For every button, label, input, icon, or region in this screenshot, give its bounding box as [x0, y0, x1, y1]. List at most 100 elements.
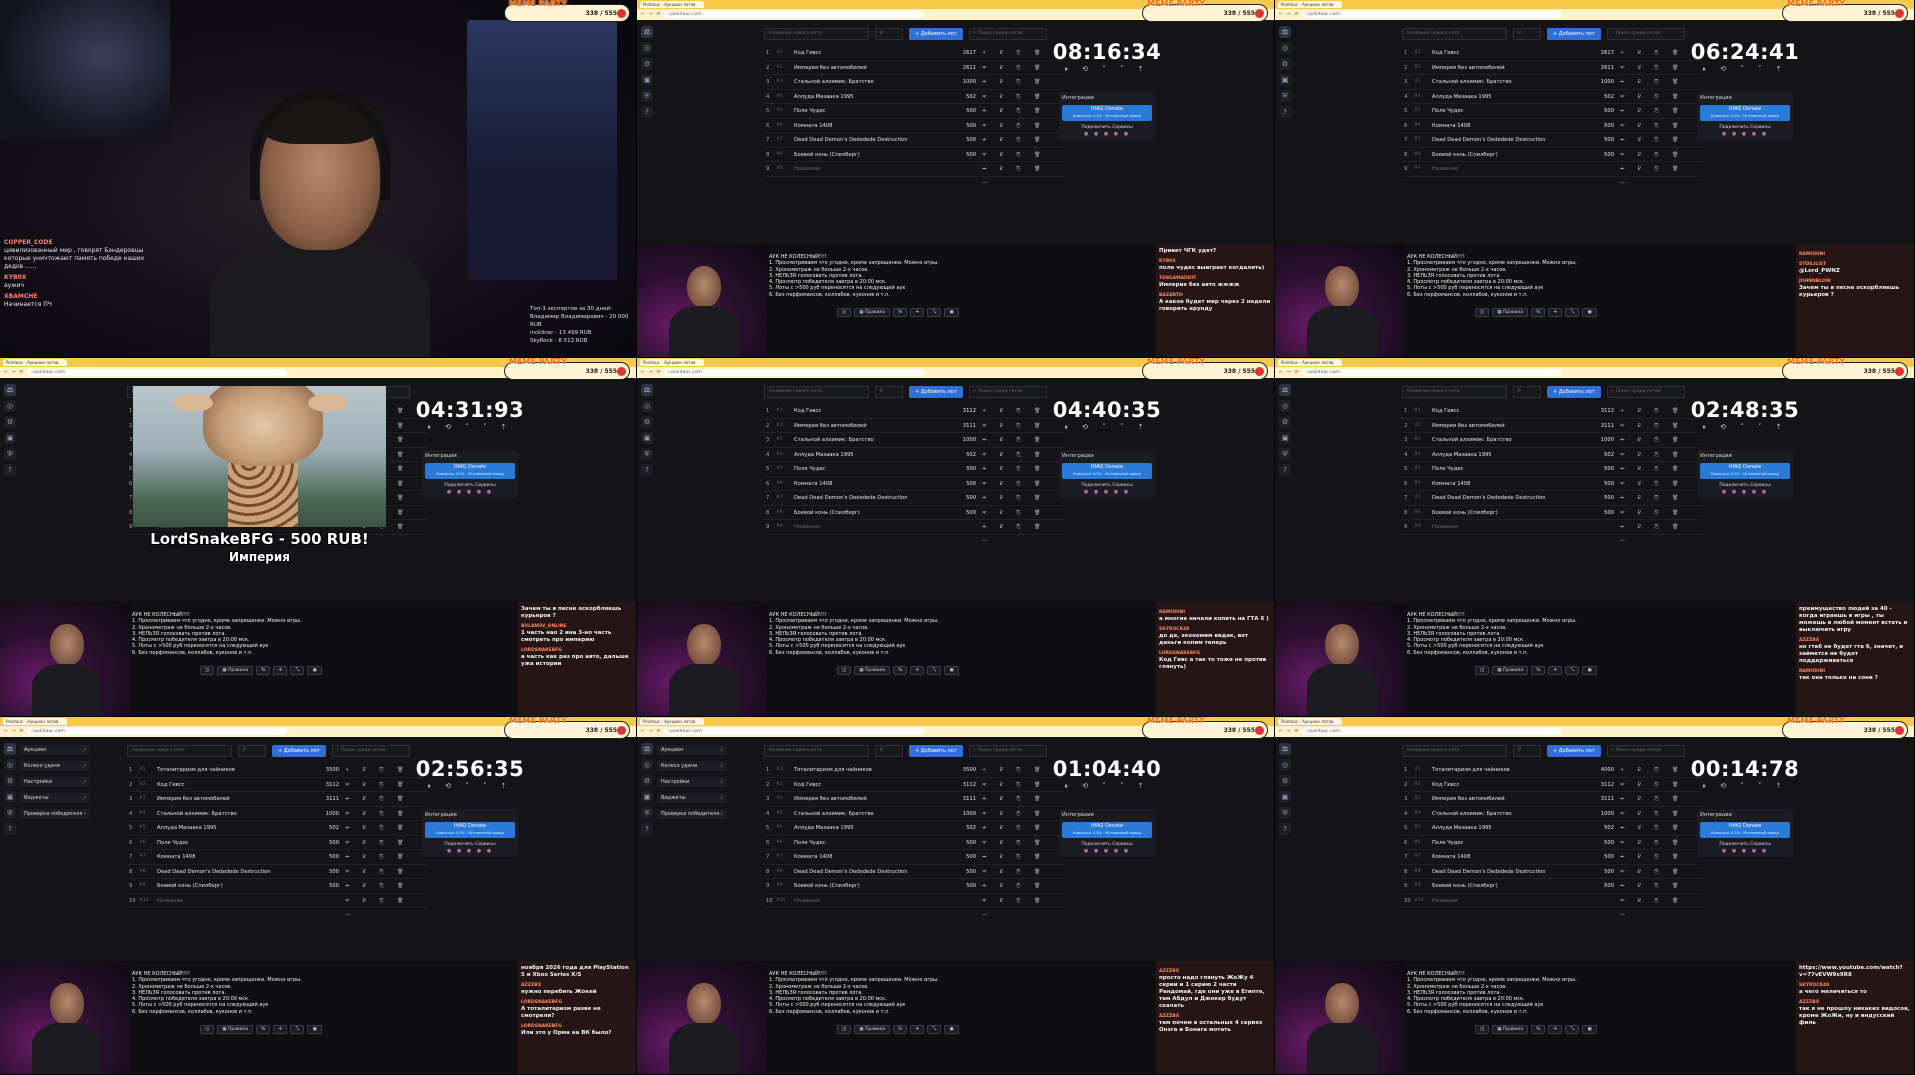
browser-tab[interactable]: Pointauc - Аукцион лотов	[640, 1, 704, 8]
new-lot-input[interactable]: Название нового лота	[764, 28, 869, 40]
lot-name[interactable]: Боевой конь (Спилберг)	[1432, 148, 1498, 162]
sidebar-menu-item[interactable]: Настройки ›	[20, 777, 90, 787]
lot-name[interactable]: Аллуда Мазаака 1995	[1432, 448, 1492, 462]
gear-icon[interactable]: ⚙	[4, 416, 16, 428]
add-lot-button[interactable]: + Добавить лот	[909, 28, 963, 40]
browser-tab[interactable]: Pointauc - Аукцион лотов	[1278, 1, 1342, 8]
forward-icon[interactable]: →	[1287, 370, 1291, 375]
new-lot-input[interactable]: Название нового лота	[1402, 386, 1507, 398]
row-actions[interactable]: + ₽ ⎘ 🗑 —	[982, 894, 1064, 922]
ihaq-donate-button[interactable]: IHAQ Donate Комиссия: 0.5% · Мгновенный в…	[1062, 822, 1152, 838]
gavel-icon[interactable]: ⚖	[1279, 26, 1291, 38]
control-button[interactable]: %	[1531, 666, 1546, 675]
sidebar-menu-item[interactable]: Колесо удачи ›	[20, 761, 90, 771]
widget-icon[interactable]: ▣	[641, 791, 653, 803]
control-button[interactable]: ▣	[307, 1025, 322, 1034]
gear-icon[interactable]: ⚙	[4, 775, 16, 787]
forward-icon[interactable]: →	[1287, 729, 1291, 734]
timer-controls[interactable]: ⏸ ⟲ ˄ ˅ ⇡	[1685, 782, 1805, 791]
address-field[interactable]: r.pointauc.com	[664, 369, 925, 376]
timer-controls[interactable]: ⏸ ⟲ ˄ ˅ ⇡	[1047, 423, 1167, 432]
widget-icon[interactable]: ▣	[4, 432, 16, 444]
lot-name[interactable]: Империя без автомобилей	[1432, 792, 1505, 806]
sidebar-menu-item[interactable]: Проверка победителя ›	[20, 809, 90, 819]
add-lot-button[interactable]: + Добавить лот	[1547, 745, 1601, 757]
control-button[interactable]: ✛	[910, 1025, 925, 1034]
browser-tab[interactable]: Pointauc - Аукцион лотов	[640, 359, 704, 366]
lot-name[interactable]: Код Гивсс	[1432, 404, 1459, 418]
control-button[interactable]: %	[893, 666, 908, 675]
lot-name[interactable]: Комната 1408	[1432, 119, 1470, 133]
shield-icon[interactable]: ⛨	[641, 448, 653, 460]
search-input[interactable]: ⌕ Поиск среди лотов	[968, 745, 1047, 757]
lot-name[interactable]: Комната 1408	[794, 477, 832, 491]
search-input[interactable]: ⌕ Поиск среди лотов	[968, 386, 1047, 398]
lot-name[interactable]: Dead Dead Demon's Dededede Destruction	[157, 865, 271, 879]
ihaq-donate-button[interactable]: IHAQ Donate Комиссия: 0.5% · Мгновенный в…	[1700, 105, 1790, 121]
address-field[interactable]: r.pointauc.com	[27, 728, 288, 735]
lot-name[interactable]: Империя без автомобилей	[157, 792, 230, 806]
sidebar-menu-item[interactable]: Аукцион ›	[20, 745, 90, 755]
amount-input[interactable]: ₽	[875, 745, 903, 757]
search-input[interactable]: ⌕ Поиск среди лотов	[331, 745, 410, 757]
forward-icon[interactable]: →	[649, 729, 653, 734]
service-icons[interactable]: ● ● ● ● ●	[1062, 131, 1152, 137]
lot-name[interactable]: Dead Dead Demon's Dededede Destruction	[794, 133, 908, 147]
help-icon[interactable]: ?	[641, 106, 653, 118]
address-field[interactable]: r.pointauc.com	[664, 728, 925, 735]
help-icon[interactable]: ?	[4, 823, 16, 835]
back-icon[interactable]: ←	[1279, 370, 1283, 375]
sidebar-menu-item[interactable]: Аукцион ›	[657, 745, 727, 755]
address-field[interactable]: r.pointauc.com	[664, 11, 925, 18]
wheel-icon[interactable]: ◎	[641, 400, 653, 412]
lot-name[interactable]: Название	[1432, 894, 1458, 908]
widget-icon[interactable]: ▣	[4, 791, 16, 803]
control-button[interactable]: ⤡	[290, 666, 305, 675]
control-button[interactable]: ▦ Правила	[217, 1025, 254, 1034]
control-button[interactable]: ▣	[944, 308, 959, 317]
wheel-icon[interactable]: ◎	[4, 759, 16, 771]
back-icon[interactable]: ←	[4, 729, 8, 734]
help-icon[interactable]: ?	[1279, 823, 1291, 835]
timer-controls[interactable]: ⏸ ⟲ ˄ ˅ ⇡	[410, 423, 530, 432]
lot-name[interactable]: Комната 1408	[1432, 477, 1470, 491]
gavel-icon[interactable]: ⚖	[1279, 743, 1291, 755]
control-button[interactable]: %	[1531, 308, 1546, 317]
lot-name[interactable]: Поле Чудес	[157, 836, 189, 850]
control-button[interactable]: ⤡	[1565, 666, 1580, 675]
row-actions[interactable]: + ₽ ⎘ 🗑 —	[1620, 520, 1702, 548]
control-button[interactable]: ✛	[1548, 1025, 1563, 1034]
control-button[interactable]: %	[256, 1025, 271, 1034]
add-lot-button[interactable]: + Добавить лот	[909, 745, 963, 757]
control-button[interactable]: ⤡	[927, 308, 942, 317]
back-icon[interactable]: ←	[4, 370, 8, 375]
new-lot-input[interactable]: Название нового лота	[1402, 28, 1507, 40]
search-input[interactable]: ⌕ Поиск среди лотов	[1606, 28, 1685, 40]
search-input[interactable]: ⌕ Поиск среди лотов	[968, 28, 1047, 40]
service-icons[interactable]: ● ● ● ● ●	[1700, 131, 1790, 137]
browser-tab[interactable]: Pointauc - Аукцион лотов	[640, 718, 704, 725]
lot-name[interactable]: Аллуда Мазаака 1995	[794, 90, 854, 104]
forward-icon[interactable]: →	[12, 729, 16, 734]
control-button[interactable]: ◫	[837, 308, 852, 317]
lot-name[interactable]: Поле Чудес	[1432, 104, 1464, 118]
forward-icon[interactable]: →	[12, 370, 16, 375]
sidebar-menu-item[interactable]: Проверка победителя ›	[657, 809, 727, 819]
widget-icon[interactable]: ▣	[1279, 432, 1291, 444]
control-button[interactable]: ▦ Правила	[854, 666, 891, 675]
gear-icon[interactable]: ⚙	[1279, 775, 1291, 787]
help-icon[interactable]: ?	[1279, 106, 1291, 118]
lot-name[interactable]: Код Гивсс	[794, 46, 821, 60]
address-field[interactable]: r.pointauc.com	[1302, 728, 1563, 735]
wheel-icon[interactable]: ◎	[641, 42, 653, 54]
lot-name[interactable]: Империя без автомобилей	[1432, 61, 1505, 75]
control-button[interactable]: ⤡	[927, 666, 942, 675]
control-button[interactable]: ▣	[1582, 1025, 1597, 1034]
lot-name[interactable]: Поле Чудес	[794, 104, 826, 118]
amount-input[interactable]: ₽	[875, 386, 903, 398]
lot-name[interactable]: Аллуда Мазаака 1995	[1432, 821, 1492, 835]
lot-name[interactable]: Поле Чудес	[794, 836, 826, 850]
wheel-icon[interactable]: ◎	[4, 400, 16, 412]
lot-name[interactable]: Боевой конь (Спилберг)	[794, 879, 860, 893]
control-button[interactable]: ⤡	[290, 1025, 305, 1034]
